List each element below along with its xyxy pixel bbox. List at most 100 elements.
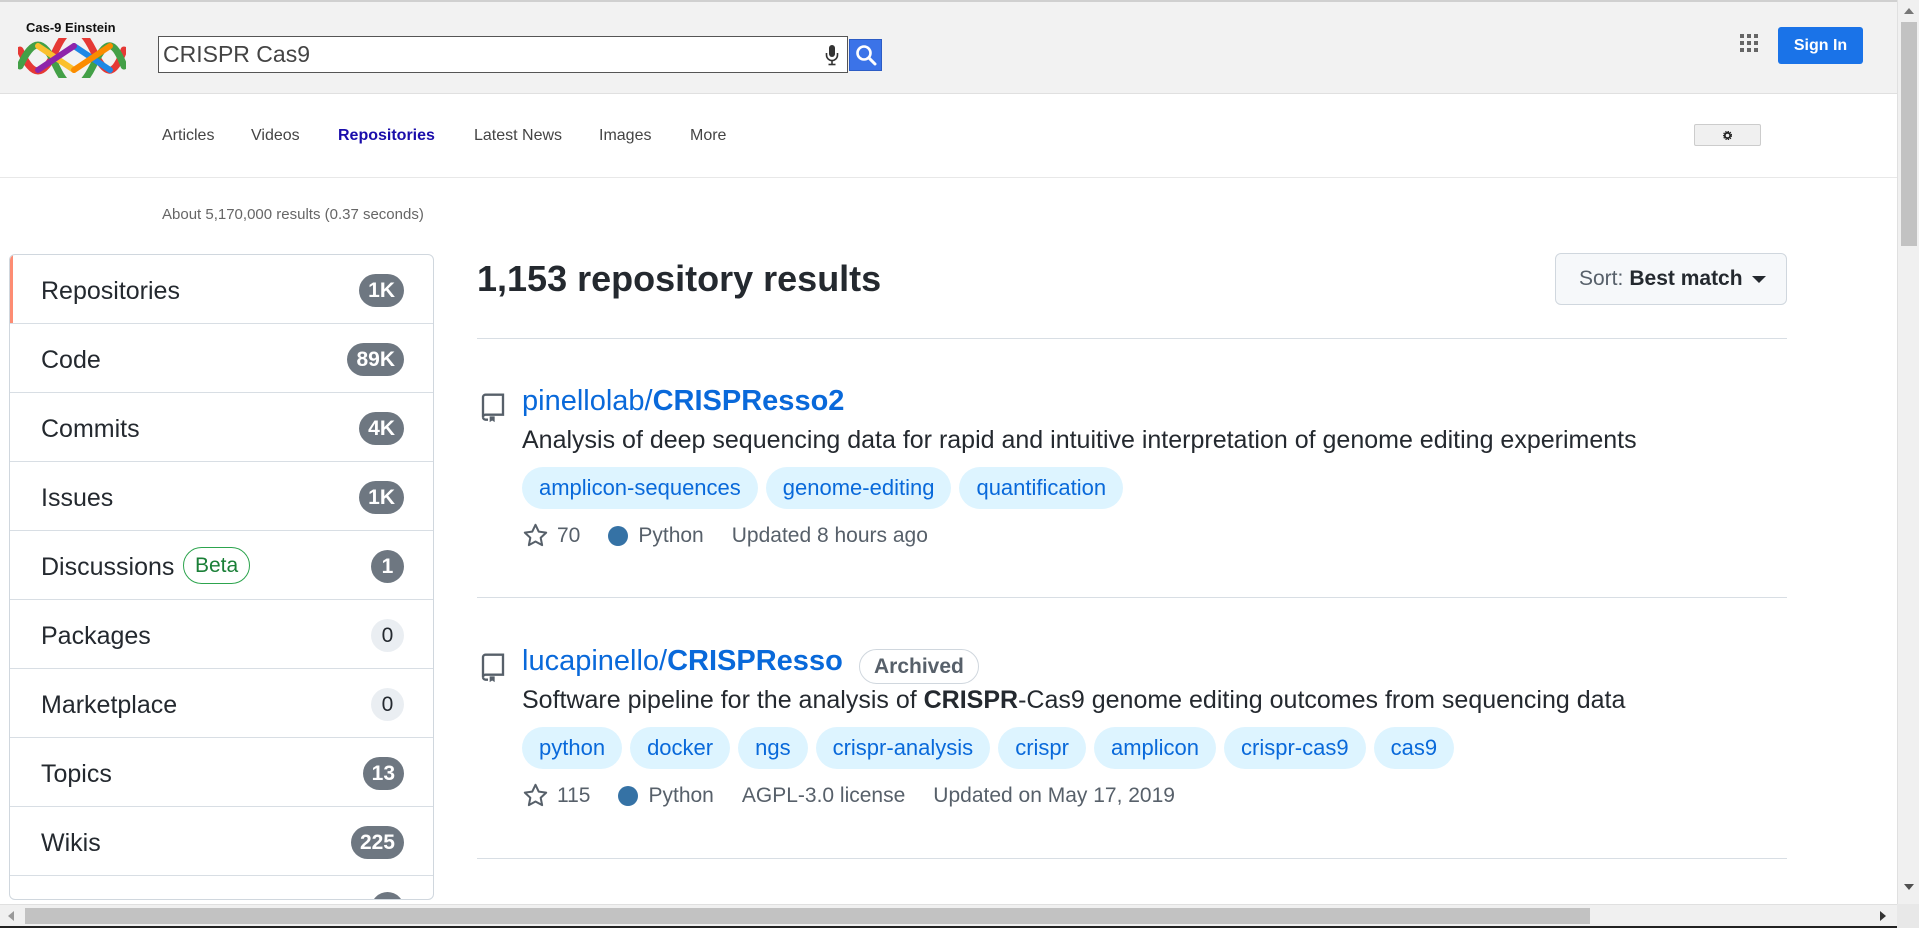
- sidebar-item-label: Packages: [41, 622, 151, 650]
- apps-grid-icon[interactable]: [1740, 34, 1758, 57]
- topic-tag[interactable]: crispr: [998, 727, 1086, 769]
- count-badge: 1K: [359, 481, 404, 514]
- sidebar-item-issues[interactable]: Issues 1K: [10, 462, 433, 531]
- count-badge: 4K: [359, 412, 404, 445]
- scroll-right-arrow-icon[interactable]: [1880, 911, 1886, 921]
- sign-in-button[interactable]: Sign In: [1778, 27, 1863, 64]
- topic-tag[interactable]: quantification: [959, 467, 1124, 509]
- search-button[interactable]: [849, 39, 882, 71]
- repo-link[interactable]: lucapinello/CRISPResso: [522, 645, 843, 678]
- topic-tag[interactable]: crispr-cas9: [1224, 727, 1366, 769]
- gear-icon: [1723, 130, 1732, 140]
- sidebar-item-code[interactable]: Code 89K: [10, 324, 433, 393]
- search-icon: [855, 45, 876, 66]
- dna-logo-icon: [18, 38, 126, 78]
- star-icon: [523, 523, 548, 547]
- language-name: Python: [648, 783, 714, 807]
- stars-link[interactable]: 70: [522, 522, 580, 549]
- repo-name: CRISPResso: [667, 645, 843, 677]
- count-badge: 1: [371, 550, 404, 583]
- topic-tag[interactable]: docker: [630, 727, 731, 769]
- sort-value: Best match: [1629, 267, 1743, 290]
- language: Python: [618, 783, 714, 808]
- updated-time: Updated on May 17, 2019: [933, 783, 1175, 807]
- repo-result: pinellolab/CRISPResso2 Analysis of deep …: [477, 385, 1787, 595]
- star-icon: [523, 783, 548, 807]
- sidebar-item-packages[interactable]: Packages 0: [10, 600, 433, 669]
- tab-more[interactable]: More: [690, 127, 726, 145]
- count-badge: 89K: [347, 343, 404, 376]
- repo-description: Software pipeline for the analysis of CR…: [522, 686, 1626, 714]
- count-badge: 1K: [359, 274, 404, 307]
- topic-tag[interactable]: cas9: [1373, 727, 1455, 769]
- sidebar-item-cut-off[interactable]: [10, 876, 433, 899]
- scrollbar-corner: [1897, 904, 1919, 928]
- topic-tag[interactable]: amplicon: [1093, 727, 1217, 769]
- sidebar-item-wikis[interactable]: Wikis 225: [10, 807, 433, 876]
- results-heading: 1,153 repository results: [477, 258, 882, 299]
- sidebar-item-label: Repositories: [41, 277, 180, 305]
- language-name: Python: [638, 523, 704, 547]
- site-logo[interactable]: Cas-9 Einstein: [18, 20, 128, 78]
- horizontal-scroll-thumb[interactable]: [25, 908, 1590, 924]
- sidebar-item-repositories[interactable]: Repositories 1K: [10, 255, 433, 324]
- repo-icon: [479, 653, 507, 688]
- repo-meta: 70 Python Updated 8 hours ago: [522, 522, 956, 549]
- sidebar-item-label: Topics: [41, 760, 112, 788]
- sort-prefix: Sort:: [1579, 267, 1624, 290]
- updated-time: Updated 8 hours ago: [731, 523, 928, 547]
- star-count: 115: [557, 783, 591, 807]
- filter-sidebar: Repositories 1K Code 89K Commits 4K Issu…: [9, 254, 434, 900]
- sidebar-item-topics[interactable]: Topics 13: [10, 738, 433, 807]
- tab-latest-news[interactable]: Latest News: [474, 127, 562, 145]
- repo-link[interactable]: pinellolab/CRISPResso2: [522, 385, 844, 418]
- star-count: 70: [557, 523, 581, 547]
- count-badge-partial: [371, 892, 404, 899]
- sidebar-item-marketplace[interactable]: Marketplace 0: [10, 669, 433, 738]
- sort-dropdown[interactable]: Sort: Best match: [1555, 253, 1787, 305]
- beta-badge: Beta: [183, 547, 251, 584]
- tab-repositories[interactable]: Repositories: [338, 127, 435, 145]
- repo-owner: pinellolab: [522, 385, 645, 417]
- topic-tag[interactable]: python: [522, 727, 623, 769]
- microphone-icon[interactable]: [825, 44, 839, 71]
- logo-text: Cas-9 Einstein: [26, 20, 116, 35]
- sidebar-item-commits[interactable]: Commits 4K: [10, 393, 433, 462]
- topic-tag[interactable]: genome-editing: [765, 467, 952, 509]
- sidebar-item-label: Marketplace: [41, 691, 178, 719]
- sidebar-item-label: Discussions: [41, 553, 175, 581]
- stars-link[interactable]: 115: [522, 782, 590, 809]
- repo-icon: [479, 393, 507, 428]
- scroll-down-arrow-icon[interactable]: [1904, 884, 1914, 890]
- tab-articles[interactable]: Articles: [162, 127, 214, 145]
- search-tools-button[interactable]: [1694, 124, 1761, 146]
- search-header: Cas-9 Einstein CRISPR Cas9 Sign In: [0, 0, 1897, 94]
- license: AGPL-3.0 license: [741, 783, 906, 807]
- result-stats: About 5,170,000 results (0.37 seconds): [162, 206, 424, 223]
- repo-owner: lucapinello: [522, 645, 660, 677]
- tab-images[interactable]: Images: [599, 127, 651, 145]
- scroll-up-arrow-icon[interactable]: [1904, 8, 1914, 14]
- divider: [477, 338, 1787, 339]
- scroll-left-arrow-icon[interactable]: [8, 911, 14, 921]
- horizontal-scrollbar[interactable]: [0, 904, 1897, 926]
- search-input[interactable]: [161, 39, 801, 70]
- repo-name: CRISPResso2: [652, 385, 845, 417]
- sidebar-item-label: Wikis: [41, 829, 101, 857]
- language-color-dot: [608, 525, 629, 546]
- chevron-down-icon: [1751, 275, 1766, 283]
- count-badge: 0: [371, 619, 404, 652]
- topic-tag[interactable]: ngs: [738, 727, 808, 769]
- sidebar-item-discussions[interactable]: Discussions Beta 1: [10, 531, 433, 600]
- count-badge: 13: [362, 757, 404, 790]
- archived-badge: Archived: [859, 649, 979, 684]
- repo-result: lucapinello/CRISPResso Archived Software…: [477, 645, 1787, 855]
- count-badge: 225: [350, 826, 404, 859]
- vertical-scroll-thumb[interactable]: [1901, 22, 1917, 246]
- topic-tag[interactable]: crispr-analysis: [815, 727, 991, 769]
- count-badge: 0: [371, 688, 404, 721]
- vertical-scrollbar[interactable]: [1897, 0, 1919, 904]
- tab-videos[interactable]: Videos: [251, 127, 300, 145]
- topic-tag[interactable]: amplicon-sequences: [522, 467, 758, 509]
- repo-description: Analysis of deep sequencing data for rap…: [522, 426, 1637, 454]
